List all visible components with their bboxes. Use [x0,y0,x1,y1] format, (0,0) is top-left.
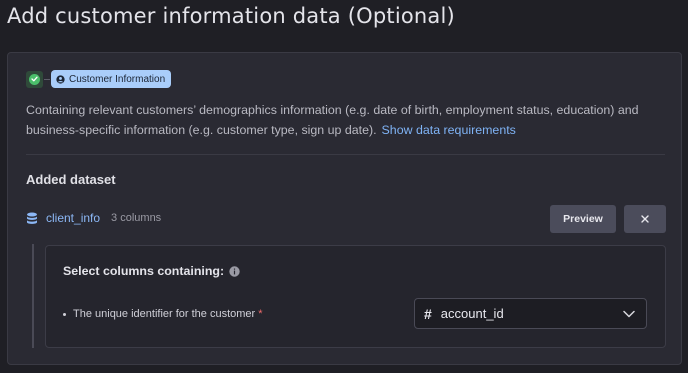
dataset-column-count: 3 columns [111,212,162,224]
person-icon [56,74,65,84]
selected-column-value: account_id [440,306,504,321]
required-asterisk: * [258,308,263,320]
customer-info-card: Customer Information Containing relevant… [7,52,682,365]
section-description: Containing relevant customers’ demograph… [26,100,666,140]
database-icon [27,212,37,224]
remove-dataset-button[interactable] [624,205,666,233]
divider [26,154,665,155]
step-complete-badge [26,70,43,88]
column-mapping-heading: Select columns containing: [63,264,240,278]
column-mapping-panel: Select columns containing: The unique id… [45,245,666,348]
step-pill-label: Customer Information [69,73,166,85]
step-pill-customer-information: Customer Information [51,70,172,88]
chevron-down-icon [623,310,635,318]
preview-button[interactable]: Preview [550,205,616,233]
step-connector [44,78,50,80]
field-row-customer-id: The unique identifier for the customer * [63,308,263,320]
page-title: Add customer information data (Optional) [7,4,455,28]
bullet-dot [63,312,66,316]
field-label: The unique identifier for the customer [73,308,256,320]
dataset-name-link[interactable]: client_info [46,211,100,225]
description-text: Containing relevant customers’ demograph… [26,103,639,137]
info-icon[interactable] [229,265,240,277]
step-indicator: Customer Information [26,70,172,88]
nested-indent-rule [32,244,34,348]
column-select-dropdown[interactable]: # account_id [414,298,647,329]
close-icon [641,215,649,223]
check-icon [29,73,40,85]
added-dataset-heading: Added dataset [26,172,116,187]
dataset-row: client_info 3 columns [26,211,161,225]
show-data-requirements-link[interactable]: Show data requirements [382,123,516,137]
numeric-type-icon: # [424,305,432,322]
column-mapping-heading-text: Select columns containing: [63,264,225,278]
